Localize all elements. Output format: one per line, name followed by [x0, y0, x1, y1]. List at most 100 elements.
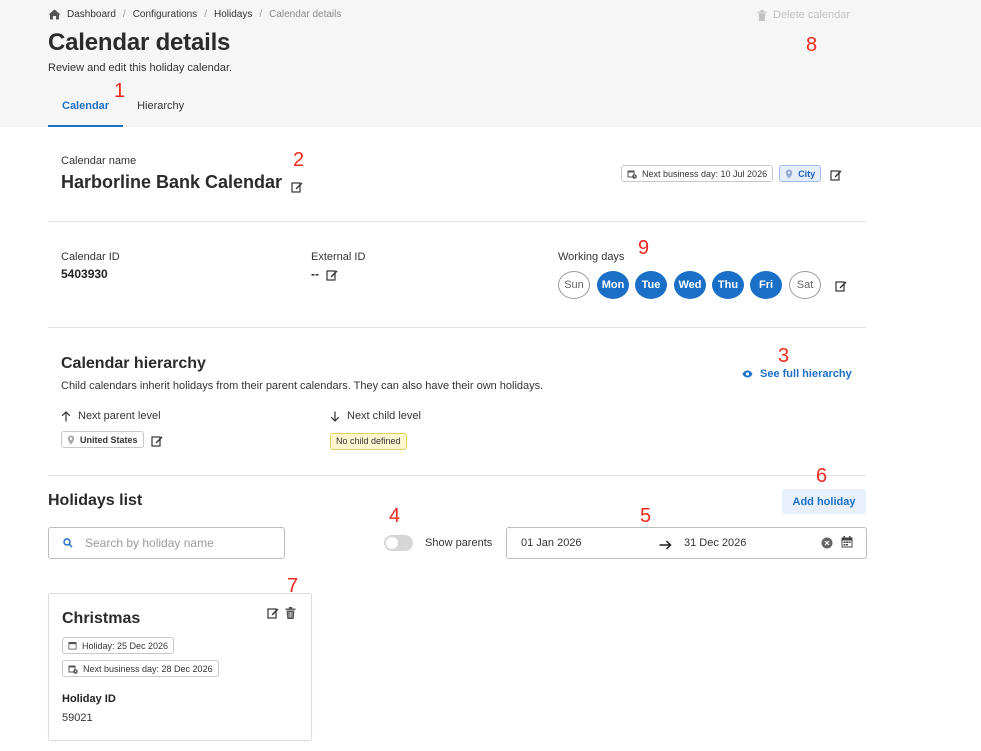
parent-calendar-badge[interactable]: United States — [61, 431, 144, 448]
search-input[interactable] — [85, 536, 275, 550]
holiday-card: Christmas Holiday: 25 Dec 2026 Next busi… — [48, 593, 312, 741]
date-range-picker[interactable]: 01 Jan 2026 31 Dec 2026 — [506, 527, 867, 559]
city-badge-text: City — [798, 168, 816, 179]
calendar-clock-icon — [68, 665, 78, 674]
see-full-hierarchy-text: See full hierarchy — [760, 368, 852, 380]
tab-calendar[interactable]: Calendar — [48, 93, 124, 127]
breadcrumb: Dashboard / Configurations / Holidays / … — [48, 9, 341, 20]
holiday-date-row: Holiday: 25 Dec 2026 — [62, 637, 175, 655]
hierarchy-description: Child calendars inherit holidays from th… — [61, 380, 544, 392]
hierarchy-title: Calendar hierarchy — [61, 355, 206, 372]
day-toggle-mon[interactable]: Mon — [597, 271, 629, 299]
calendar-name: Harborline Bank Calendar — [61, 172, 303, 193]
day-toggle-fri[interactable]: Fri — [750, 271, 782, 299]
day-toggle-sat[interactable]: Sat — [789, 271, 821, 299]
calendar-name-label: Calendar name — [61, 155, 137, 167]
holiday-next-business-day-badge: Next business day: 28 Dec 2026 — [62, 660, 219, 677]
see-full-hierarchy-link[interactable]: See full hierarchy — [742, 368, 852, 380]
divider — [48, 475, 866, 476]
calendar-badges: Next business day: 10 Jul 2026 City — [621, 165, 842, 182]
annotation-3: 3 — [778, 345, 790, 367]
city-badge: City — [779, 165, 822, 182]
breadcrumb-separator: / — [259, 9, 263, 20]
show-parents-label: Show parents — [425, 537, 493, 549]
holidays-list-title: Holidays list — [48, 492, 143, 509]
no-child-badge: No child defined — [330, 432, 407, 450]
edit-external-id-icon[interactable] — [326, 268, 338, 281]
edit-working-days-icon[interactable] — [835, 279, 847, 292]
external-id-value: -- — [311, 267, 319, 281]
edit-parent-icon[interactable] — [150, 434, 163, 447]
toggle-knob — [386, 537, 398, 549]
child-level-value: No child defined — [330, 431, 407, 450]
next-parent-level-label: Next parent level — [78, 410, 161, 422]
page-subtitle: Review and edit this holiday calendar. — [48, 62, 233, 74]
calendar-clock-icon — [627, 170, 637, 179]
holiday-date-badge: Holiday: 25 Dec 2026 — [62, 637, 175, 654]
delete-calendar-button[interactable]: Delete calendar — [757, 9, 850, 21]
arrow-up-icon — [61, 410, 71, 421]
next-child-level-label: Next child level — [347, 410, 421, 422]
external-id-label: External ID — [311, 251, 366, 263]
arrow-down-icon — [330, 411, 340, 422]
annotation-5: 5 — [640, 505, 652, 527]
page-title: Calendar details — [48, 29, 231, 56]
next-business-day-badge: Next business day: 10 Jul 2026 — [621, 165, 774, 182]
delete-holiday-icon[interactable] — [285, 606, 296, 624]
breadcrumb-separator: / — [204, 9, 207, 20]
working-days-label: Working days — [558, 251, 625, 263]
breadcrumb-current: Calendar details — [269, 9, 342, 20]
show-parents-toggle[interactable] — [384, 535, 413, 551]
home-icon[interactable] — [48, 9, 61, 20]
annotation-2: 2 — [293, 149, 305, 171]
annotation-9: 9 — [638, 237, 650, 259]
delete-calendar-label: Delete calendar — [773, 9, 851, 21]
edit-holiday-icon[interactable] — [267, 606, 279, 624]
day-toggle-wed[interactable]: Wed — [674, 271, 706, 299]
breadcrumb-separator: / — [122, 9, 126, 20]
holiday-date-text: Holiday: 25 Dec 2026 — [82, 640, 169, 651]
day-toggle-thu[interactable]: Thu — [712, 271, 744, 299]
divider — [48, 221, 866, 222]
child-level-header: Next child level — [330, 410, 421, 422]
trash-icon — [757, 9, 767, 21]
annotation-8: 8 — [806, 34, 818, 56]
parent-level-value: United States — [61, 431, 163, 448]
holiday-next-business-row: Next business day: 28 Dec 2026 — [62, 660, 219, 679]
location-pin-icon — [785, 169, 793, 178]
holiday-card-actions — [267, 606, 302, 624]
holiday-id-value: 59021 — [62, 712, 93, 724]
breadcrumb-dashboard[interactable]: Dashboard — [67, 9, 116, 20]
date-to[interactable]: 31 Dec 2026 — [684, 537, 746, 549]
calendar-name-value: Harborline Bank Calendar — [61, 172, 283, 192]
holiday-name: Christmas — [62, 610, 141, 627]
external-id: -- — [311, 267, 338, 281]
annotation-1: 1 — [114, 80, 126, 102]
holiday-next-business-day-text: Next business day: 28 Dec 2026 — [83, 663, 213, 674]
annotation-6: 6 — [816, 465, 828, 487]
calendar-id-value: 5403930 — [61, 267, 108, 281]
annotation-4: 4 — [389, 505, 401, 527]
search-icon — [63, 538, 73, 548]
edit-calendar-name-icon[interactable] — [291, 177, 303, 193]
date-from[interactable]: 01 Jan 2026 — [521, 537, 582, 549]
breadcrumb-holidays[interactable]: Holidays — [214, 9, 252, 20]
location-pin-icon — [67, 435, 75, 444]
edit-badges-icon[interactable] — [830, 168, 842, 181]
eye-icon — [742, 370, 753, 378]
next-business-day-text: Next business day: 10 Jul 2026 — [642, 168, 768, 179]
divider — [48, 327, 866, 328]
day-toggle-sun[interactable]: Sun — [558, 271, 590, 299]
holiday-id-label: Holiday ID — [62, 693, 116, 705]
tab-hierarchy[interactable]: Hierarchy — [123, 93, 198, 127]
holiday-search — [48, 527, 285, 559]
add-holiday-button[interactable]: Add holiday — [782, 489, 866, 514]
calendar-id-label: Calendar ID — [61, 251, 120, 263]
calendar-icon[interactable] — [841, 535, 853, 553]
parent-level-header: Next parent level — [61, 410, 161, 422]
clear-icon[interactable] — [821, 536, 833, 554]
arrow-right-icon — [659, 537, 672, 555]
calendar-icon — [68, 642, 77, 650]
breadcrumb-configurations[interactable]: Configurations — [133, 9, 197, 20]
day-toggle-tue[interactable]: Tue — [635, 271, 667, 299]
